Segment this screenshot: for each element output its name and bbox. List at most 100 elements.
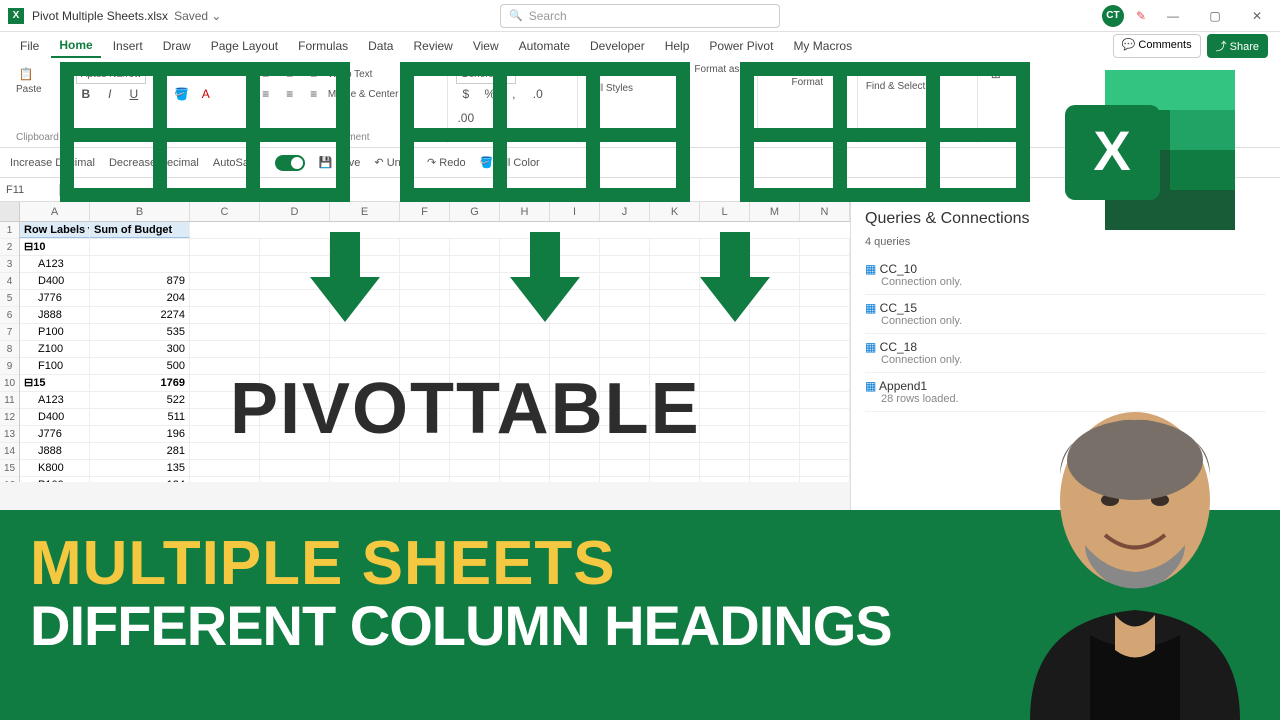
col-header-N[interactable]: N [800, 202, 850, 221]
format-button[interactable]: Format [791, 77, 823, 88]
delete-button[interactable]: Delete [793, 64, 822, 75]
pivot-row-label[interactable]: F100 [20, 358, 90, 374]
col-header-G[interactable]: G [450, 202, 500, 221]
menu-automate[interactable]: Automate [511, 35, 578, 57]
close-button[interactable]: ✕ [1242, 9, 1272, 23]
menu-page-layout[interactable]: Page Layout [203, 35, 286, 57]
redo-button[interactable]: ↷ Redo [427, 156, 466, 169]
col-header-I[interactable]: I [550, 202, 600, 221]
decimal-inc-icon[interactable]: .0 [528, 84, 548, 104]
menu-help[interactable]: Help [657, 35, 698, 57]
cond-format-button[interactable]: Conditional Formatting [586, 64, 687, 75]
font-name-select[interactable]: Aptos Narrow [76, 64, 147, 84]
paste-icon[interactable]: 📋 [16, 64, 36, 84]
align-right-icon[interactable]: ≡ [304, 84, 324, 104]
underline-button[interactable]: U [124, 84, 144, 104]
col-header-M[interactable]: M [750, 202, 800, 221]
pivot-row-label[interactable]: Z100 [20, 341, 90, 357]
percent-icon[interactable]: % [480, 84, 500, 104]
addins-icon[interactable]: ⊞ [986, 64, 1006, 84]
clipboard-group-label: Clipboard [16, 132, 59, 143]
ink-icon[interactable]: ✎ [1136, 9, 1146, 23]
col-header-A[interactable]: A [20, 202, 90, 221]
query-item[interactable]: CC_18Connection only. [865, 334, 1266, 373]
query-item[interactable]: CC_10Connection only. [865, 256, 1266, 295]
menu-review[interactable]: Review [405, 35, 460, 57]
col-header-D[interactable]: D [260, 202, 330, 221]
col-header-B[interactable]: B [90, 202, 190, 221]
addins-group-label: Add-ins [986, 132, 1040, 143]
pivot-row-label[interactable]: P100 [20, 324, 90, 340]
decimal-dec-icon[interactable]: .00 [456, 108, 476, 128]
cell-styles-button[interactable]: Cell Styles [586, 83, 633, 94]
pivot-row-label[interactable]: J776 [20, 426, 90, 442]
select-all-corner[interactable] [0, 202, 20, 221]
pivot-row-label[interactable]: D400 [20, 273, 90, 289]
merge-center-button[interactable]: Merge & Center [328, 89, 399, 100]
col-header-L[interactable]: L [700, 202, 750, 221]
align-left-icon[interactable]: ≡ [256, 84, 276, 104]
currency-icon[interactable]: $ [456, 84, 476, 104]
pivot-row-labels-header[interactable]: Row Labels ▾ [20, 222, 90, 238]
align-center-icon[interactable]: ≡ [280, 84, 300, 104]
autosave-toggle[interactable] [275, 155, 305, 171]
pivot-row-label[interactable]: J888 [20, 443, 90, 459]
fill-color-qat[interactable]: 🪣 Fill Color [480, 156, 540, 169]
col-header-J[interactable]: J [600, 202, 650, 221]
pivot-row-label[interactable]: ⊟15 [20, 375, 90, 391]
sort-filter-button[interactable]: Sort & Filter [866, 64, 919, 75]
col-header-K[interactable]: K [650, 202, 700, 221]
user-avatar[interactable]: CT [1102, 5, 1124, 27]
col-header-C[interactable]: C [190, 202, 260, 221]
decrease-decimal-button[interactable]: Decrease Decimal [109, 157, 199, 169]
pivot-row-label[interactable]: K800 [20, 460, 90, 476]
query-item[interactable]: CC_15Connection only. [865, 295, 1266, 334]
pivot-value: 879 [90, 273, 190, 289]
menu-formulas[interactable]: Formulas [290, 35, 356, 57]
number-format-select[interactable]: General [456, 64, 516, 84]
file-name[interactable]: Pivot Multiple Sheets.xlsx [32, 9, 168, 23]
comments-button[interactable]: 💬 Comments [1113, 34, 1201, 58]
pivot-row-label[interactable]: P100 [20, 477, 90, 482]
italic-button[interactable]: I [100, 84, 120, 104]
pivot-row-label[interactable]: J888 [20, 307, 90, 323]
menu-home[interactable]: Home [51, 34, 100, 58]
col-header-H[interactable]: H [500, 202, 550, 221]
pivot-row-label[interactable]: D400 [20, 409, 90, 425]
save-status[interactable]: Saved ⌄ [174, 9, 221, 23]
align-top-icon[interactable]: ≡ [256, 64, 276, 84]
save-button[interactable]: 💾 Save [319, 156, 361, 169]
border-button[interactable]: ▦ [148, 84, 168, 104]
pivot-row-label[interactable]: J776 [20, 290, 90, 306]
align-mid-icon[interactable]: ≡ [280, 64, 300, 84]
menu-my-macros[interactable]: My Macros [785, 35, 860, 57]
presenter-photo [990, 390, 1270, 720]
menu-developer[interactable]: Developer [582, 35, 653, 57]
minimize-button[interactable]: — [1158, 9, 1188, 23]
col-header-F[interactable]: F [400, 202, 450, 221]
font-color-button[interactable]: A [196, 84, 216, 104]
pivot-row-label[interactable]: A123 [20, 256, 90, 272]
search-input[interactable]: Search [500, 4, 780, 28]
comma-icon[interactable]: , [504, 84, 524, 104]
format-as-button[interactable]: Format as [694, 64, 739, 75]
menu-insert[interactable]: Insert [105, 35, 151, 57]
align-bot-icon[interactable]: ≡ [304, 64, 324, 84]
pivot-row-label[interactable]: ⊟10 [20, 239, 90, 255]
wrap-text-button[interactable]: Wrap Text [328, 69, 373, 80]
increase-decimal-button[interactable]: Increase Decimal [10, 157, 95, 169]
maximize-button[interactable]: ▢ [1200, 9, 1230, 23]
menu-file[interactable]: File [12, 35, 47, 57]
bold-button[interactable]: B [76, 84, 96, 104]
share-button[interactable]: ⤴ Share [1207, 34, 1268, 58]
pivot-row-label[interactable]: A123 [20, 392, 90, 408]
menu-view[interactable]: View [465, 35, 507, 57]
menu-power-pivot[interactable]: Power Pivot [701, 35, 781, 57]
col-header-E[interactable]: E [330, 202, 400, 221]
fill-color-button[interactable]: 🪣 [172, 84, 192, 104]
undo-button[interactable]: ↶ Undo [374, 156, 413, 169]
name-box[interactable]: F11 [0, 184, 60, 196]
menu-data[interactable]: Data [360, 35, 401, 57]
menu-draw[interactable]: Draw [155, 35, 199, 57]
find-select-button[interactable]: Find & Select [866, 81, 925, 92]
